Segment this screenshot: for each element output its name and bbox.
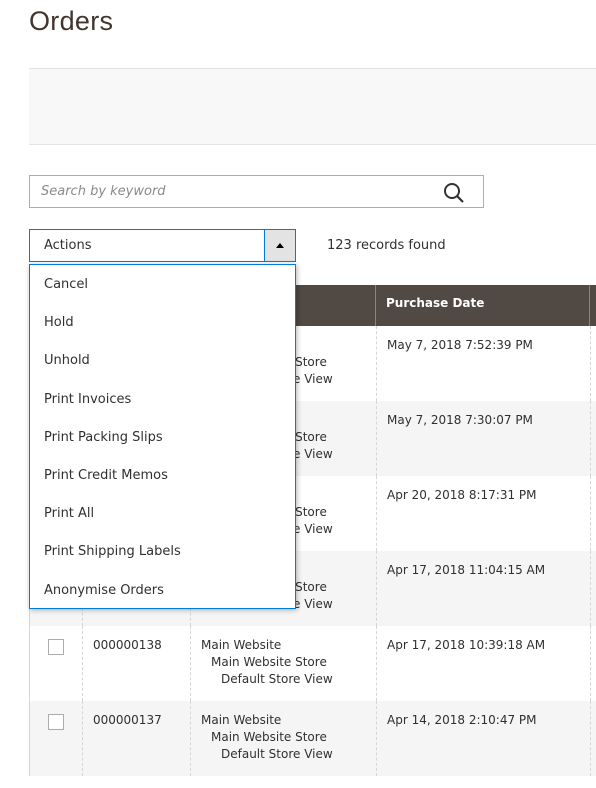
purchase-date: Apr 17, 2018 10:39:18 AM: [377, 626, 591, 701]
website: Main Website: [201, 713, 282, 727]
purchase-date: Apr 14, 2018 2:10:47 PM: [377, 701, 591, 776]
website: Main Website: [201, 638, 282, 652]
store: Main Website Store: [211, 730, 327, 744]
menu-item-print-packing-slips[interactable]: Print Packing Slips: [30, 418, 295, 456]
search-placeholder: Search by keyword: [41, 184, 166, 199]
store-view: Default Store View: [221, 747, 333, 761]
header-purchase-date[interactable]: Purchase Date: [376, 285, 590, 326]
purchase-date: May 7, 2018 7:30:07 PM: [377, 401, 591, 476]
select-cell: [30, 701, 83, 776]
actions-menu: Cancel Hold Unhold Print Invoices Print Pack…: [29, 264, 296, 609]
purchase-date: Apr 17, 2018 11:04:15 AM: [377, 551, 591, 626]
caret-up-icon[interactable]: [264, 230, 295, 261]
menu-item-anonymise-orders[interactable]: Anonymise Orders: [30, 571, 295, 609]
menu-item-print-all[interactable]: Print All: [30, 494, 295, 532]
table-row[interactable]: 000000138 Main Website Main Website Store…: [29, 626, 596, 701]
page-actions-bar: [29, 68, 596, 145]
menu-item-cancel[interactable]: Cancel: [30, 265, 295, 303]
menu-item-print-invoices[interactable]: Print Invoices: [30, 380, 295, 418]
store: Main Website Store: [211, 655, 327, 669]
menu-item-print-shipping-labels[interactable]: Print Shipping Labels: [30, 532, 295, 570]
order-id: 000000137: [83, 701, 191, 776]
actions-label: Actions: [44, 238, 92, 253]
row-checkbox[interactable]: [48, 639, 64, 655]
purchase-date: May 7, 2018 7:52:39 PM: [377, 326, 591, 401]
select-cell: [30, 626, 83, 701]
search-input[interactable]: Search by keyword: [29, 175, 484, 208]
purchase-point: Main Website Main Website Store Default St…: [191, 701, 377, 776]
order-id: 000000138: [83, 626, 191, 701]
menu-item-unhold[interactable]: Unhold: [30, 341, 295, 379]
store-view: Default Store View: [221, 672, 333, 686]
row-checkbox[interactable]: [48, 714, 64, 730]
menu-item-print-credit-memos[interactable]: Print Credit Memos: [30, 456, 295, 494]
purchase-point: Main Website Main Website Store Default St…: [191, 626, 377, 701]
purchase-date: Apr 20, 2018 8:17:31 PM: [377, 476, 591, 551]
records-count: 123 records found: [327, 238, 446, 253]
actions-dropdown[interactable]: Actions: [29, 229, 296, 262]
table-row[interactable]: 000000137 Main Website Main Website Store…: [29, 701, 596, 776]
search-icon[interactable]: [443, 182, 465, 204]
page-title: Orders: [29, 6, 114, 36]
menu-item-hold[interactable]: Hold: [30, 303, 295, 341]
